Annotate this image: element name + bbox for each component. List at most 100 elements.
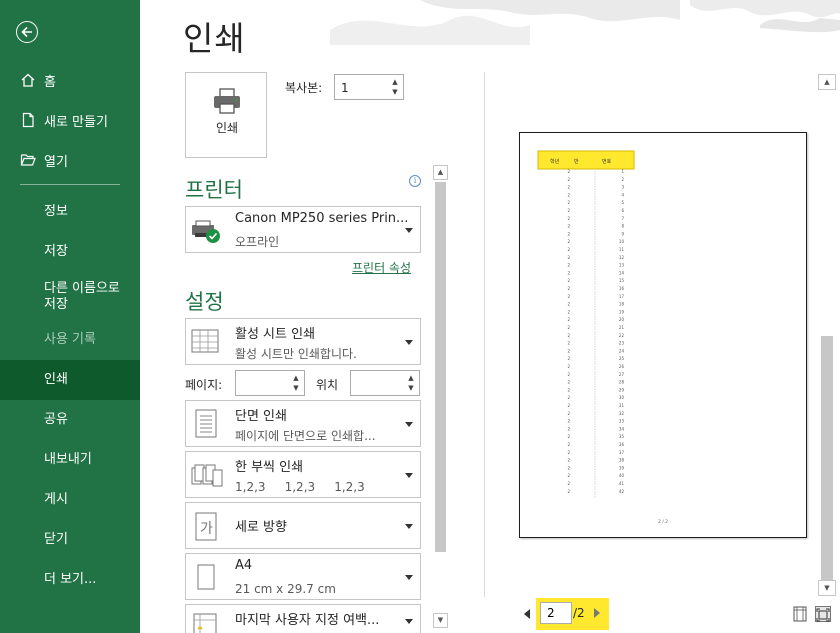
- show-margins-button[interactable]: [792, 606, 808, 622]
- preview-grade-cell: 2: [567, 216, 570, 221]
- sidebar-item-label: 저장: [44, 297, 68, 312]
- preview-number-cell: 2: [621, 177, 624, 182]
- next-page-icon[interactable]: [594, 608, 600, 618]
- printer-status: 오프라인: [235, 235, 280, 249]
- preview-number-cell: 11: [619, 247, 625, 252]
- orientation-dropdown[interactable]: 가 세로 방향: [185, 502, 421, 549]
- chevron-down-icon: [405, 575, 413, 580]
- preview-grade-cell: 2: [567, 278, 570, 283]
- preview-grade-cell: 2: [567, 465, 570, 470]
- preview-number-cell: 15: [619, 278, 625, 283]
- preview-sheet: 학년 반 번호2 12 22 32 42 52 62 72 82 92 102 112 122 132 142 1…: [537, 150, 668, 525]
- sidebar-item-export[interactable]: 내보내기: [0, 440, 140, 480]
- info-icon[interactable]: i: [409, 175, 421, 187]
- one-sided-page-icon: [195, 409, 217, 438]
- sides-desc: 페이지에 단면으로 인쇄합...: [235, 429, 376, 443]
- print-what-title: 활성 시트 인쇄: [235, 327, 316, 342]
- scroll-down-icon[interactable]: ▼: [818, 580, 836, 596]
- sides-dropdown[interactable]: 단면 인쇄 페이지에 단면으로 인쇄합...: [185, 400, 421, 447]
- printer-properties-link[interactable]: 프린터 속성: [352, 259, 411, 276]
- preview-number-cell: 5: [621, 200, 624, 205]
- chevron-down-icon: [405, 228, 413, 233]
- preview-number-cell: 14: [619, 270, 625, 275]
- increment-icon[interactable]: ▲: [389, 77, 401, 87]
- pages-from-stepper[interactable]: ▲ ▼: [235, 370, 305, 396]
- preview-number-cell: 28: [619, 380, 625, 385]
- preview-number-cell: 24: [619, 348, 625, 353]
- preview-grade-cell: 2: [567, 325, 570, 330]
- preview-number-cell: 42: [619, 489, 625, 494]
- sidebar-item-home[interactable]: 홈: [0, 60, 140, 100]
- preview-grade-cell: 2: [567, 263, 570, 268]
- printer-dropdown[interactable]: Canon MP250 series Prin... 오프라인: [185, 206, 421, 253]
- new-document-icon: [20, 112, 36, 128]
- zoom-to-page-button[interactable]: [815, 606, 831, 622]
- increment-icon[interactable]: ▲: [405, 373, 417, 383]
- preview-grade-cell: 2: [567, 231, 570, 236]
- preview-grade-cell: 2: [567, 208, 570, 213]
- preview-number-cell: 3: [621, 185, 624, 190]
- folder-open-icon: [20, 152, 36, 168]
- sidebar-item-save-as[interactable]: 다른 이름으로 저장: [0, 272, 140, 320]
- stepper-arrows[interactable]: ▲ ▼: [405, 373, 417, 393]
- copies-stepper[interactable]: 1 ▲ ▼: [334, 74, 404, 100]
- scroll-thumb[interactable]: [821, 336, 833, 580]
- decrement-icon[interactable]: ▼: [290, 383, 302, 393]
- preview-number-cell: 25: [619, 356, 625, 361]
- preview-number-cell: 30: [619, 395, 625, 400]
- sidebar-item-share[interactable]: 공유: [0, 400, 140, 440]
- sidebar-item-history[interactable]: 사용 기록: [0, 320, 140, 360]
- preview-number-cell: 27: [619, 372, 625, 377]
- decrement-icon[interactable]: ▼: [389, 87, 401, 97]
- scroll-thumb[interactable]: [435, 182, 446, 552]
- decrement-icon[interactable]: ▼: [405, 383, 417, 393]
- print-what-dropdown[interactable]: 활성 시트 인쇄 활성 시트만 인쇄합니다.: [185, 318, 421, 365]
- preview-grade-cell: 2: [567, 286, 570, 291]
- preview-number-cell: 17: [619, 294, 625, 299]
- preview-grade-cell: 2: [567, 356, 570, 361]
- paper-size-dropdown[interactable]: A4 21 cm x 29.7 cm: [185, 553, 421, 600]
- preview-grade-cell: 2: [567, 458, 570, 463]
- preview-grade-cell: 2: [567, 481, 570, 486]
- settings-scrollbar[interactable]: ▲ ▼: [433, 165, 448, 630]
- sidebar-item-info[interactable]: 정보: [0, 192, 140, 232]
- preview-grade-cell: 2: [567, 224, 570, 229]
- preview-grade-cell: 2: [567, 169, 570, 174]
- sidebar-item-publish[interactable]: 게시: [0, 480, 140, 520]
- scroll-up-icon[interactable]: ▲: [433, 165, 448, 180]
- sidebar-item-save[interactable]: 저장: [0, 232, 140, 272]
- preview-grade-cell: 2: [567, 387, 570, 392]
- preview-grade-cell: 2: [567, 309, 570, 314]
- stepper-arrows[interactable]: ▲ ▼: [290, 373, 302, 393]
- back-arrow-icon: [21, 26, 32, 38]
- preview-number-cell: 40: [619, 473, 625, 478]
- preview-header-cell: 반: [574, 158, 579, 165]
- sidebar-item-close[interactable]: 닫기: [0, 520, 140, 560]
- current-page-input[interactable]: [540, 602, 572, 624]
- scroll-down-icon[interactable]: ▼: [433, 613, 448, 628]
- preview-number-cell: 39: [619, 465, 625, 470]
- preview-scrollbar[interactable]: ▲ ▼: [818, 74, 836, 596]
- margins-dropdown[interactable]: 마지막 사용자 지정 여백...: [185, 604, 421, 633]
- preview-number-cell: 12: [619, 255, 625, 260]
- sidebar-item-more[interactable]: 더 보기...: [0, 560, 140, 600]
- scroll-up-icon[interactable]: ▲: [818, 74, 836, 90]
- sidebar-item-print[interactable]: 인쇄: [0, 360, 140, 400]
- increment-icon[interactable]: ▲: [290, 373, 302, 383]
- paper-size-icon: [197, 564, 215, 590]
- stepper-arrows[interactable]: ▲ ▼: [389, 77, 401, 97]
- pages-to-stepper[interactable]: ▲ ▼: [350, 370, 420, 396]
- page-navigator: /2: [536, 598, 609, 630]
- pane-divider: [484, 72, 485, 597]
- chevron-down-icon: [405, 619, 413, 624]
- previous-page-icon[interactable]: [524, 609, 530, 619]
- settings-section-title: 설정: [185, 290, 224, 314]
- sidebar-item-open[interactable]: 열기: [0, 140, 140, 180]
- preview-grade-cell: 2: [567, 192, 570, 197]
- collate-desc: 1,2,3 1,2,3 1,2,3: [235, 480, 365, 494]
- printer-section-title: 프린터: [185, 178, 243, 202]
- sidebar-item-new[interactable]: 새로 만들기: [0, 100, 140, 140]
- print-button[interactable]: 인쇄: [185, 72, 267, 158]
- collate-dropdown[interactable]: 한 부씩 인쇄 1,2,3 1,2,3 1,2,3: [185, 451, 421, 498]
- back-button[interactable]: [16, 21, 38, 43]
